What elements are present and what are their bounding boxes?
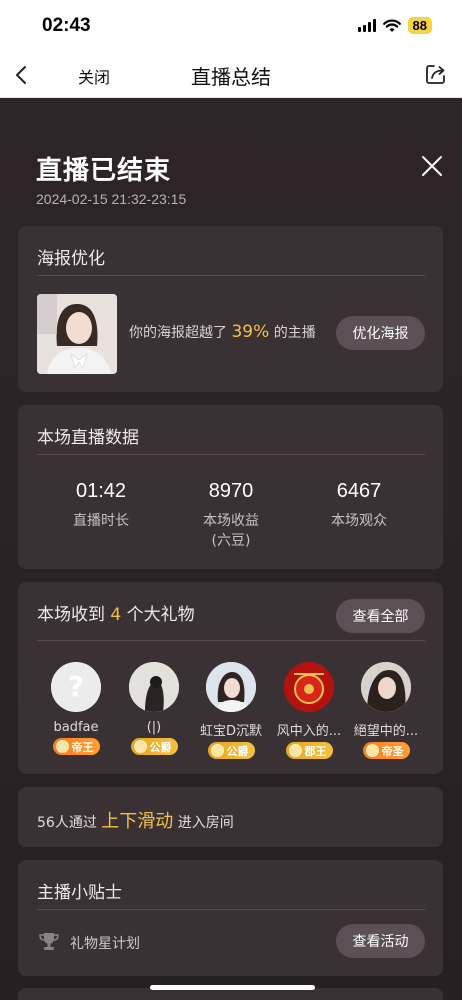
signal-icon <box>357 19 376 32</box>
gifter-item[interactable]: 虹宝D沉默 公爵 <box>186 662 276 761</box>
stat-earnings: 8970 本场收益 (六豆) <box>171 480 291 551</box>
gifter-item[interactable]: 絕望中的... 帝圣 <box>341 662 431 761</box>
live-ended-title: 直播已结束 <box>36 156 172 186</box>
poster-ranking-text: 你的海报超越了 39% 的主播 <box>129 322 316 342</box>
poster-text-after: 的主播 <box>273 325 316 341</box>
slide-text-after: 进入房间 <box>177 815 234 831</box>
gifter-name: 絕望中的... <box>353 724 419 739</box>
stat-label: 直播时长 <box>73 513 129 529</box>
home-indicator[interactable] <box>150 985 315 990</box>
avatar <box>129 662 179 712</box>
avatar <box>361 662 411 712</box>
stat-label-sub: (六豆) <box>211 533 251 549</box>
poster-thumbnail <box>37 294 117 374</box>
nav-bar: 关闭 直播总结 <box>0 52 462 98</box>
crown-icon <box>133 740 147 753</box>
gifter-name: badfae <box>53 720 99 735</box>
live-stats-card: 本场直播数据 01:42 直播时长 8970 本场收益 (六豆) 6467 本场… <box>18 405 443 569</box>
poster-card-title: 海报优化 <box>37 249 105 269</box>
stat-label-main: 本场收益 <box>203 513 259 529</box>
poster-percent: 39% <box>231 322 270 342</box>
stat-value: 6467 <box>336 480 382 502</box>
share-icon[interactable] <box>424 62 448 86</box>
gifts-count: 4 <box>110 605 122 625</box>
rank-badge: 公爵 <box>130 738 178 755</box>
page-title: 直播总结 <box>191 65 271 89</box>
host-tips-title: 主播小贴士 <box>37 883 122 903</box>
badge-label: 帝圣 <box>381 744 404 758</box>
stat-value: 8970 <box>208 480 254 502</box>
stat-label: 本场观众 <box>331 513 387 529</box>
stat-label: 本场收益 (六豆) <box>171 511 291 551</box>
host-tips-card: 主播小贴士 礼物星计划 查看活动 <box>18 860 443 976</box>
stat-duration: 01:42 直播时长 <box>41 480 161 531</box>
status-bar: 02:43 88 <box>0 0 462 52</box>
status-time: 02:43 <box>42 15 91 36</box>
divider <box>37 454 425 455</box>
badge-label: 郡王 <box>304 744 327 758</box>
slide-entry-text: 56人通过 上下滑动 进入房间 <box>37 807 234 833</box>
rank-badge: 帝圣 <box>362 742 410 759</box>
big-gifts-title: 本场收到 4 个大礼物 <box>37 600 195 625</box>
summary-content: 直播已结束 2024-02-15 21:32-23:15 海报优化 你的海报超越… <box>0 98 462 1000</box>
slide-text-before: 56人通过 <box>37 815 97 831</box>
avatar <box>284 662 334 712</box>
live-date-range: 2024-02-15 21:32-23:15 <box>36 191 187 207</box>
gifter-name: 虹宝D沉默 <box>199 724 262 739</box>
status-indicators: 88 <box>357 17 432 34</box>
view-activity-button[interactable]: 查看活动 <box>336 924 425 958</box>
stat-value: 01:42 <box>75 480 127 502</box>
badge-label: 公爵 <box>149 740 172 754</box>
tips-item-label: 礼物星计划 <box>70 936 140 952</box>
battery-indicator: 88 <box>407 17 432 34</box>
big-gifts-card: 本场收到 4 个大礼物 查看全部 ? badfae 帝王 (|) 公爵 虹宝D沉… <box>18 582 443 774</box>
gifts-title-before: 本场收到 <box>37 605 105 625</box>
trophy-icon <box>39 933 59 950</box>
rank-badge: 帝王 <box>52 738 100 755</box>
rank-badge: 郡王 <box>285 742 333 759</box>
slide-entry-card: 56人通过 上下滑动 进入房间 <box>18 787 443 847</box>
divider <box>37 909 425 910</box>
wifi-icon <box>382 19 401 32</box>
rank-badge: 公爵 <box>207 742 255 759</box>
gifts-title-after: 个大礼物 <box>126 605 195 625</box>
crown-icon <box>55 740 69 753</box>
badge-label: 帝王 <box>71 740 94 754</box>
divider <box>37 640 425 641</box>
close-icon[interactable] <box>420 154 444 178</box>
live-stats-title: 本场直播数据 <box>37 428 139 448</box>
badge-label: 公爵 <box>226 744 249 758</box>
poster-card: 海报优化 你的海报超越了 39% 的主播 优化海报 <box>18 226 443 392</box>
stat-viewers: 6467 本场观众 <box>299 480 419 531</box>
divider <box>37 275 425 276</box>
view-all-button[interactable]: 查看全部 <box>336 599 425 633</box>
slide-highlight: 上下滑动 <box>101 811 174 832</box>
optimize-poster-button[interactable]: 优化海报 <box>336 316 425 350</box>
crown-icon <box>210 744 224 757</box>
poster-text-before: 你的海报超越了 <box>129 325 227 341</box>
gifter-item[interactable]: ? badfae 帝王 <box>31 662 121 757</box>
crown-icon <box>288 744 302 757</box>
avatar <box>206 662 256 712</box>
svg-text:?: ? <box>68 670 84 703</box>
crown-icon <box>365 744 379 757</box>
avatar: ? <box>51 662 101 712</box>
